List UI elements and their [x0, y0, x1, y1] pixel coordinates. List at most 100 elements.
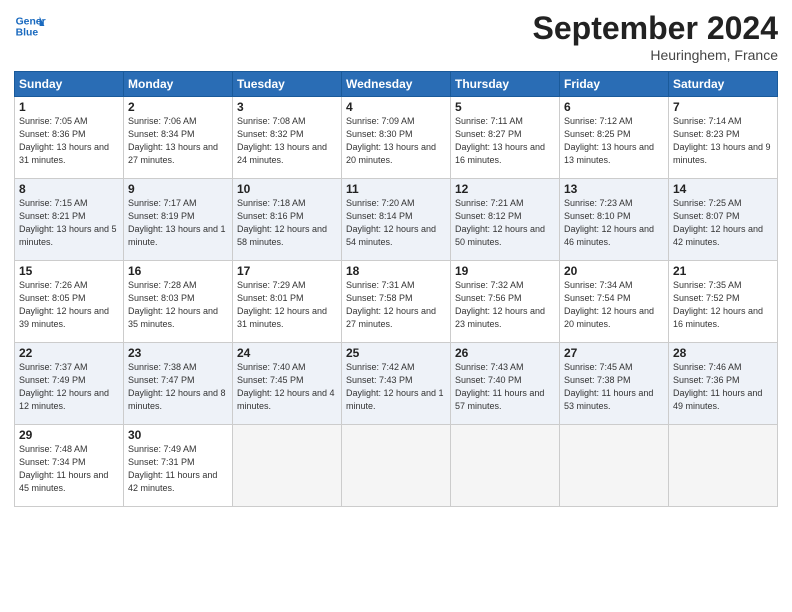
day-number: 16	[128, 264, 228, 278]
day-number: 1	[19, 100, 119, 114]
day-number: 23	[128, 346, 228, 360]
table-row	[451, 425, 560, 507]
day-number: 21	[673, 264, 773, 278]
table-row: 26 Sunrise: 7:43 AM Sunset: 7:40 PM Dayl…	[451, 343, 560, 425]
day-number: 9	[128, 182, 228, 196]
col-monday: Monday	[124, 72, 233, 97]
day-info: Sunrise: 7:23 AM Sunset: 8:10 PM Dayligh…	[564, 197, 664, 249]
table-row: 23 Sunrise: 7:38 AM Sunset: 7:47 PM Dayl…	[124, 343, 233, 425]
table-row: 15 Sunrise: 7:26 AM Sunset: 8:05 PM Dayl…	[15, 261, 124, 343]
day-info: Sunrise: 7:18 AM Sunset: 8:16 PM Dayligh…	[237, 197, 337, 249]
day-number: 26	[455, 346, 555, 360]
day-info: Sunrise: 7:45 AM Sunset: 7:38 PM Dayligh…	[564, 361, 664, 413]
table-row: 27 Sunrise: 7:45 AM Sunset: 7:38 PM Dayl…	[560, 343, 669, 425]
table-row: 29 Sunrise: 7:48 AM Sunset: 7:34 PM Dayl…	[15, 425, 124, 507]
day-info: Sunrise: 7:31 AM Sunset: 7:58 PM Dayligh…	[346, 279, 446, 331]
day-info: Sunrise: 7:29 AM Sunset: 8:01 PM Dayligh…	[237, 279, 337, 331]
day-number: 29	[19, 428, 119, 442]
table-row	[342, 425, 451, 507]
calendar-week-row: 15 Sunrise: 7:26 AM Sunset: 8:05 PM Dayl…	[15, 261, 778, 343]
day-info: Sunrise: 7:40 AM Sunset: 7:45 PM Dayligh…	[237, 361, 337, 413]
table-row: 30 Sunrise: 7:49 AM Sunset: 7:31 PM Dayl…	[124, 425, 233, 507]
calendar-week-row: 29 Sunrise: 7:48 AM Sunset: 7:34 PM Dayl…	[15, 425, 778, 507]
day-info: Sunrise: 7:20 AM Sunset: 8:14 PM Dayligh…	[346, 197, 446, 249]
day-info: Sunrise: 7:32 AM Sunset: 7:56 PM Dayligh…	[455, 279, 555, 331]
calendar: Sunday Monday Tuesday Wednesday Thursday…	[14, 71, 778, 507]
day-number: 22	[19, 346, 119, 360]
day-info: Sunrise: 7:37 AM Sunset: 7:49 PM Dayligh…	[19, 361, 119, 413]
table-row: 21 Sunrise: 7:35 AM Sunset: 7:52 PM Dayl…	[669, 261, 778, 343]
day-number: 8	[19, 182, 119, 196]
day-number: 30	[128, 428, 228, 442]
table-row: 7 Sunrise: 7:14 AM Sunset: 8:23 PM Dayli…	[669, 97, 778, 179]
location: Heuringhem, France	[533, 47, 778, 63]
table-row: 13 Sunrise: 7:23 AM Sunset: 8:10 PM Dayl…	[560, 179, 669, 261]
day-number: 12	[455, 182, 555, 196]
day-info: Sunrise: 7:06 AM Sunset: 8:34 PM Dayligh…	[128, 115, 228, 167]
day-info: Sunrise: 7:42 AM Sunset: 7:43 PM Dayligh…	[346, 361, 446, 413]
table-row: 12 Sunrise: 7:21 AM Sunset: 8:12 PM Dayl…	[451, 179, 560, 261]
day-info: Sunrise: 7:26 AM Sunset: 8:05 PM Dayligh…	[19, 279, 119, 331]
day-number: 6	[564, 100, 664, 114]
table-row: 4 Sunrise: 7:09 AM Sunset: 8:30 PM Dayli…	[342, 97, 451, 179]
day-number: 17	[237, 264, 337, 278]
table-row: 2 Sunrise: 7:06 AM Sunset: 8:34 PM Dayli…	[124, 97, 233, 179]
table-row: 11 Sunrise: 7:20 AM Sunset: 8:14 PM Dayl…	[342, 179, 451, 261]
logo-icon: General Blue	[14, 10, 46, 42]
table-row: 10 Sunrise: 7:18 AM Sunset: 8:16 PM Dayl…	[233, 179, 342, 261]
day-info: Sunrise: 7:17 AM Sunset: 8:19 PM Dayligh…	[128, 197, 228, 249]
day-number: 19	[455, 264, 555, 278]
table-row: 1 Sunrise: 7:05 AM Sunset: 8:36 PM Dayli…	[15, 97, 124, 179]
table-row: 17 Sunrise: 7:29 AM Sunset: 8:01 PM Dayl…	[233, 261, 342, 343]
day-info: Sunrise: 7:48 AM Sunset: 7:34 PM Dayligh…	[19, 443, 119, 495]
day-info: Sunrise: 7:14 AM Sunset: 8:23 PM Dayligh…	[673, 115, 773, 167]
calendar-week-row: 8 Sunrise: 7:15 AM Sunset: 8:21 PM Dayli…	[15, 179, 778, 261]
day-info: Sunrise: 7:25 AM Sunset: 8:07 PM Dayligh…	[673, 197, 773, 249]
day-number: 24	[237, 346, 337, 360]
calendar-week-row: 1 Sunrise: 7:05 AM Sunset: 8:36 PM Dayli…	[15, 97, 778, 179]
table-row	[560, 425, 669, 507]
day-info: Sunrise: 7:46 AM Sunset: 7:36 PM Dayligh…	[673, 361, 773, 413]
day-number: 15	[19, 264, 119, 278]
table-row: 14 Sunrise: 7:25 AM Sunset: 8:07 PM Dayl…	[669, 179, 778, 261]
day-info: Sunrise: 7:35 AM Sunset: 7:52 PM Dayligh…	[673, 279, 773, 331]
day-number: 10	[237, 182, 337, 196]
table-row: 24 Sunrise: 7:40 AM Sunset: 7:45 PM Dayl…	[233, 343, 342, 425]
table-row	[669, 425, 778, 507]
table-row: 8 Sunrise: 7:15 AM Sunset: 8:21 PM Dayli…	[15, 179, 124, 261]
col-friday: Friday	[560, 72, 669, 97]
page: General Blue September 2024 Heuringhem, …	[0, 0, 792, 612]
day-number: 2	[128, 100, 228, 114]
day-number: 5	[455, 100, 555, 114]
day-number: 27	[564, 346, 664, 360]
day-number: 3	[237, 100, 337, 114]
table-row: 9 Sunrise: 7:17 AM Sunset: 8:19 PM Dayli…	[124, 179, 233, 261]
header: General Blue September 2024 Heuringhem, …	[14, 10, 778, 63]
calendar-week-row: 22 Sunrise: 7:37 AM Sunset: 7:49 PM Dayl…	[15, 343, 778, 425]
table-row: 25 Sunrise: 7:42 AM Sunset: 7:43 PM Dayl…	[342, 343, 451, 425]
calendar-header-row: Sunday Monday Tuesday Wednesday Thursday…	[15, 72, 778, 97]
day-info: Sunrise: 7:15 AM Sunset: 8:21 PM Dayligh…	[19, 197, 119, 249]
col-sunday: Sunday	[15, 72, 124, 97]
day-number: 25	[346, 346, 446, 360]
day-number: 20	[564, 264, 664, 278]
table-row: 6 Sunrise: 7:12 AM Sunset: 8:25 PM Dayli…	[560, 97, 669, 179]
table-row: 16 Sunrise: 7:28 AM Sunset: 8:03 PM Dayl…	[124, 261, 233, 343]
table-row: 18 Sunrise: 7:31 AM Sunset: 7:58 PM Dayl…	[342, 261, 451, 343]
table-row: 19 Sunrise: 7:32 AM Sunset: 7:56 PM Dayl…	[451, 261, 560, 343]
day-number: 7	[673, 100, 773, 114]
day-info: Sunrise: 7:21 AM Sunset: 8:12 PM Dayligh…	[455, 197, 555, 249]
day-number: 14	[673, 182, 773, 196]
title-block: September 2024 Heuringhem, France	[533, 10, 778, 63]
table-row: 22 Sunrise: 7:37 AM Sunset: 7:49 PM Dayl…	[15, 343, 124, 425]
day-info: Sunrise: 7:34 AM Sunset: 7:54 PM Dayligh…	[564, 279, 664, 331]
day-number: 18	[346, 264, 446, 278]
day-info: Sunrise: 7:43 AM Sunset: 7:40 PM Dayligh…	[455, 361, 555, 413]
day-info: Sunrise: 7:05 AM Sunset: 8:36 PM Dayligh…	[19, 115, 119, 167]
table-row: 20 Sunrise: 7:34 AM Sunset: 7:54 PM Dayl…	[560, 261, 669, 343]
day-number: 13	[564, 182, 664, 196]
day-info: Sunrise: 7:49 AM Sunset: 7:31 PM Dayligh…	[128, 443, 228, 495]
col-thursday: Thursday	[451, 72, 560, 97]
day-info: Sunrise: 7:12 AM Sunset: 8:25 PM Dayligh…	[564, 115, 664, 167]
table-row: 5 Sunrise: 7:11 AM Sunset: 8:27 PM Dayli…	[451, 97, 560, 179]
